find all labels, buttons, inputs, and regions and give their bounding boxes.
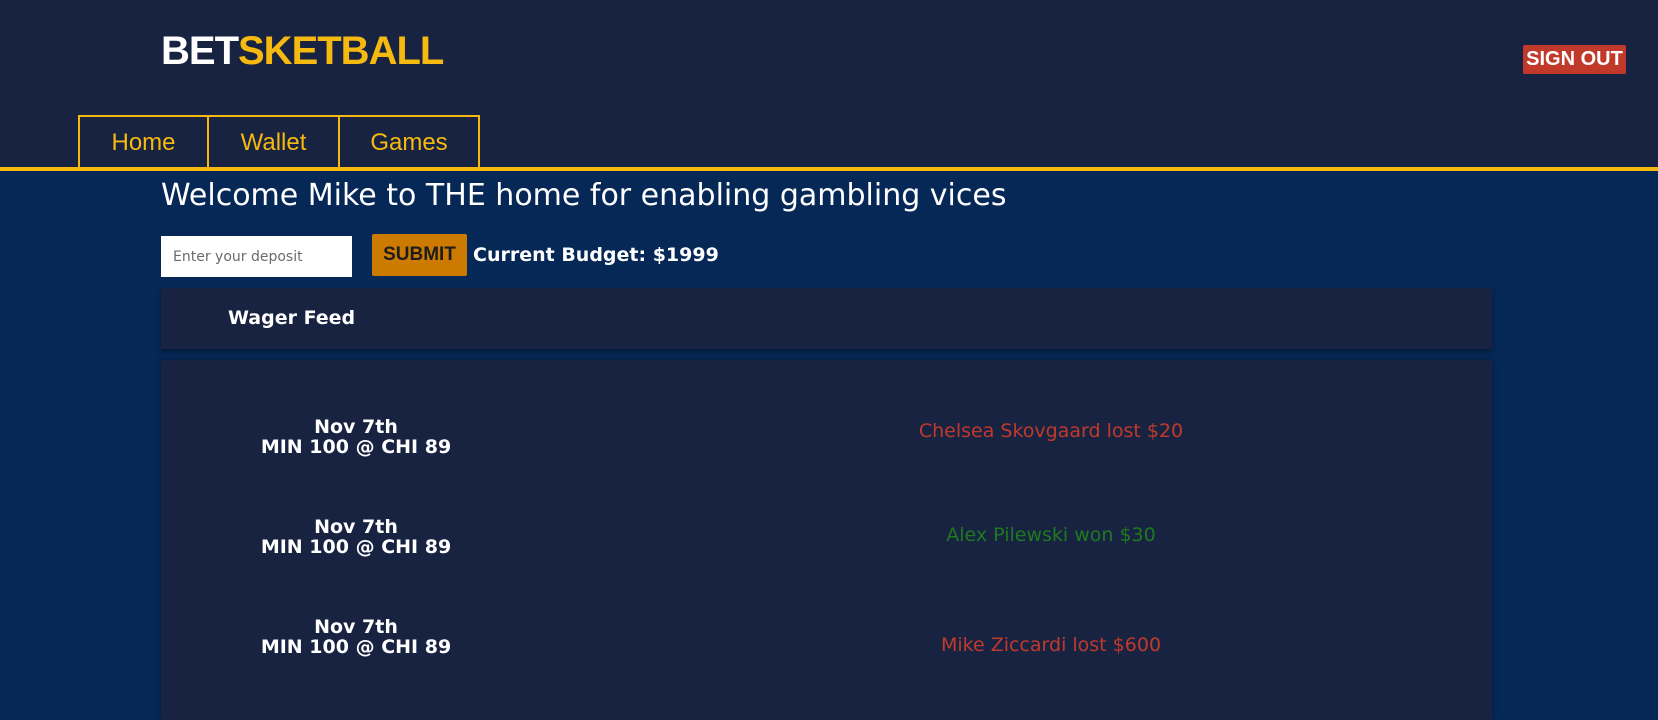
wager-game-info: Nov 7th MIN 100 @ CHI 89	[236, 417, 476, 457]
tab-games[interactable]: Games	[338, 115, 480, 168]
sign-out-button[interactable]: SIGN OUT	[1523, 45, 1626, 74]
wager-result: Mike Ziccardi lost $600	[940, 634, 1162, 656]
welcome-heading: Welcome Mike to THE home for enabling ga…	[161, 178, 1007, 213]
tab-home[interactable]: Home	[78, 115, 209, 168]
wager-matchup: MIN 100 @ CHI 89	[260, 436, 452, 458]
wager-feed-header: Wager Feed	[161, 288, 1492, 349]
tab-wallet[interactable]: Wallet	[207, 115, 340, 168]
logo-part-sketball: SKETBALL	[238, 29, 444, 73]
wager-matchup: MIN 100 @ CHI 89	[260, 536, 452, 558]
wager-item: Nov 7th MIN 100 @ CHI 89 Chelsea Skovgaa…	[161, 417, 1492, 477]
wager-result: Chelsea Skovgaard lost $20	[918, 420, 1184, 442]
wager-feed-list: Nov 7th MIN 100 @ CHI 89 Chelsea Skovgaa…	[161, 360, 1492, 720]
wager-matchup: MIN 100 @ CHI 89	[260, 636, 452, 658]
submit-deposit-button[interactable]: SUBMIT	[372, 234, 467, 276]
wager-date: Nov 7th	[314, 616, 398, 638]
wager-item: Nov 7th MIN 100 @ CHI 89 Alex Pilewski w…	[161, 517, 1492, 577]
main-nav: Home Wallet Games	[78, 115, 480, 168]
wager-game-info: Nov 7th MIN 100 @ CHI 89	[236, 517, 476, 557]
betsketball-logo[interactable]: BETSKETBALL	[161, 27, 444, 75]
wager-result: Alex Pilewski won $30	[946, 524, 1156, 546]
nav-divider	[0, 167, 1658, 171]
wager-game-info: Nov 7th MIN 100 @ CHI 89	[236, 617, 476, 657]
wager-date: Nov 7th	[314, 516, 398, 538]
logo-part-bet: BET	[161, 29, 239, 73]
top-header: BETSKETBALL SIGN OUT Home Wallet Games	[0, 0, 1658, 168]
deposit-input[interactable]	[161, 236, 352, 277]
wager-item: Nov 7th MIN 100 @ CHI 89 Mike Ziccardi l…	[161, 617, 1492, 677]
current-budget: Current Budget: $1999	[473, 244, 719, 266]
wager-date: Nov 7th	[314, 416, 398, 438]
wager-feed-title: Wager Feed	[228, 307, 356, 329]
